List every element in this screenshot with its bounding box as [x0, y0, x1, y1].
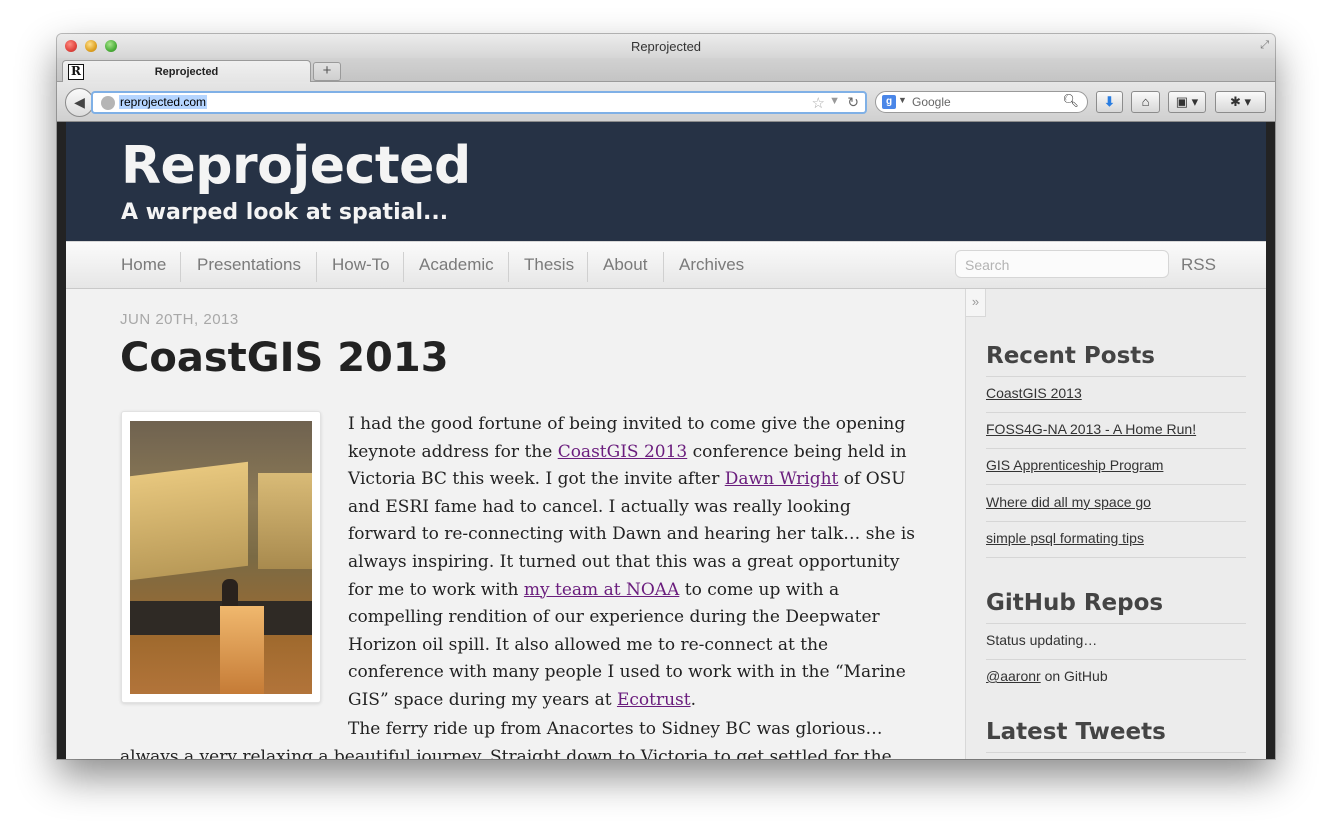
- puzzle-icon: ✱ ▾: [1229, 94, 1252, 109]
- nav-about[interactable]: About: [603, 255, 647, 275]
- nav-divider: [508, 252, 509, 282]
- nav-divider: [403, 252, 404, 282]
- fullscreen-icon[interactable]: ⤢: [1260, 39, 1269, 52]
- nav-home[interactable]: Home: [121, 255, 166, 275]
- window-title: Reprojected: [630, 39, 702, 54]
- noaa-team-link[interactable]: my team at NOAA: [524, 580, 679, 600]
- site-nav: Home Presentations How-To Academic Thesi…: [66, 241, 1266, 289]
- projection-screen: [130, 461, 248, 581]
- tab-label: Reprojected: [154, 66, 219, 78]
- github-user-link[interactable]: @aaronr: [986, 668, 1041, 684]
- nav-how-to[interactable]: How-To: [332, 255, 390, 275]
- browser-window: Reprojected ⤢ R Reprojected + ◀ reprojec…: [57, 34, 1275, 759]
- divider: [986, 448, 1246, 449]
- github-repos-heading: GitHub Repos: [986, 590, 1164, 616]
- recent-posts-heading: Recent Posts: [986, 343, 1155, 369]
- home-icon: ⌂: [1141, 94, 1150, 109]
- dawn-wright-link[interactable]: Dawn Wright: [725, 469, 839, 489]
- post-article: JUN 20TH, 2013 CoastGIS 2013 I had the g…: [66, 289, 965, 759]
- google-engine-icon[interactable]: g: [882, 95, 896, 109]
- divider: [986, 521, 1246, 522]
- web-page: Reprojected A warped look at spatial... …: [66, 122, 1266, 759]
- url-text[interactable]: reprojected.com: [119, 95, 208, 109]
- latest-tweets-heading: Latest Tweets: [986, 719, 1166, 745]
- recent-post-link[interactable]: FOSS4G-NA 2013 - A Home Run!: [986, 421, 1196, 437]
- recent-post-link[interactable]: simple psql formating tips: [986, 530, 1144, 546]
- nav-academic[interactable]: Academic: [419, 255, 494, 275]
- downloads-button[interactable]: ⬇: [1096, 91, 1123, 113]
- sidebar: » Recent Posts CoastGIS 2013 FOSS4G-NA 2…: [965, 289, 1266, 759]
- keynote-photo: [130, 421, 312, 694]
- recent-post-link[interactable]: CoastGIS 2013: [986, 385, 1082, 401]
- search-placeholder: Google: [912, 95, 951, 109]
- post-title: CoastGIS 2013: [120, 335, 449, 381]
- body-text: .: [690, 689, 696, 710]
- new-tab-button[interactable]: +: [313, 62, 341, 81]
- site-header: Reprojected A warped look at spatial...: [66, 122, 1266, 241]
- tab-reprojected[interactable]: R Reprojected: [62, 60, 311, 83]
- divider: [986, 752, 1246, 753]
- tab-bar: R Reprojected +: [57, 58, 1275, 83]
- ecotrust-link[interactable]: Ecotrust: [617, 690, 691, 710]
- history-dropdown-icon[interactable]: ▼: [829, 95, 840, 107]
- reload-icon[interactable]: ↻: [847, 94, 859, 111]
- podium: [220, 606, 264, 694]
- post-paragraph-1: I had the good fortune of being invited …: [348, 411, 918, 715]
- collapse-sidebar-button[interactable]: »: [966, 289, 986, 317]
- divider: [986, 376, 1246, 377]
- recent-post-link[interactable]: Where did all my space go: [986, 494, 1151, 510]
- nav-presentations[interactable]: Presentations: [197, 255, 301, 275]
- page-viewport: Reprojected A warped look at spatial... …: [57, 122, 1275, 759]
- back-button[interactable]: ◀: [65, 88, 94, 117]
- divider: [986, 412, 1246, 413]
- nav-divider: [663, 252, 664, 282]
- github-profile-line: @aaronr on GitHub: [986, 668, 1108, 684]
- title-bar: Reprojected ⤢: [57, 34, 1275, 58]
- bookmark-star-icon[interactable]: ☆: [812, 94, 825, 112]
- address-bar[interactable]: reprojected.com ☆ ▼ ↻: [91, 91, 867, 114]
- addon-button[interactable]: ✱ ▾: [1215, 91, 1266, 113]
- projection-screen: [258, 473, 312, 569]
- bookmarks-button[interactable]: ▣ ▾: [1168, 91, 1206, 113]
- divider: [986, 484, 1246, 485]
- divider: [986, 557, 1246, 558]
- rss-link[interactable]: RSS: [1181, 255, 1216, 275]
- post-paragraph-2: The ferry ride up from Anacortes to Sidn…: [120, 719, 892, 759]
- site-title[interactable]: Reprojected: [121, 136, 471, 196]
- nav-thesis[interactable]: Thesis: [524, 255, 574, 275]
- recent-post-link[interactable]: GIS Apprenticeship Program: [986, 457, 1163, 473]
- site-search-input[interactable]: Search: [955, 250, 1169, 278]
- engine-dropdown-icon[interactable]: ▼: [898, 95, 907, 105]
- nav-divider: [180, 252, 181, 282]
- back-arrow-icon: ◀: [74, 94, 85, 110]
- nav-divider: [587, 252, 588, 282]
- globe-icon: [101, 96, 115, 110]
- github-status: Status updating…: [986, 632, 1098, 648]
- github-suffix: on GitHub: [1040, 668, 1108, 684]
- site-search-placeholder: Search: [965, 257, 1010, 273]
- divider: [986, 623, 1246, 624]
- site-subtitle: A warped look at spatial...: [121, 200, 449, 225]
- home-button[interactable]: ⌂: [1131, 91, 1160, 113]
- navigation-toolbar: ◀ reprojected.com ☆ ▼ ↻ g ▼ Google 🔍︎ ⬇ …: [57, 82, 1275, 122]
- post-photo: [121, 411, 321, 703]
- bookmarks-icon: ▣ ▾: [1175, 94, 1199, 109]
- nav-divider: [316, 252, 317, 282]
- post-date: JUN 20TH, 2013: [120, 311, 239, 328]
- nav-archives[interactable]: Archives: [679, 255, 744, 275]
- divider: [986, 659, 1246, 660]
- download-arrow-icon: ⬇: [1104, 94, 1115, 109]
- coastgis-link[interactable]: CoastGIS 2013: [558, 442, 688, 462]
- magnifier-icon[interactable]: 🔍︎: [1062, 93, 1079, 109]
- search-bar[interactable]: g ▼ Google 🔍︎: [875, 91, 1088, 113]
